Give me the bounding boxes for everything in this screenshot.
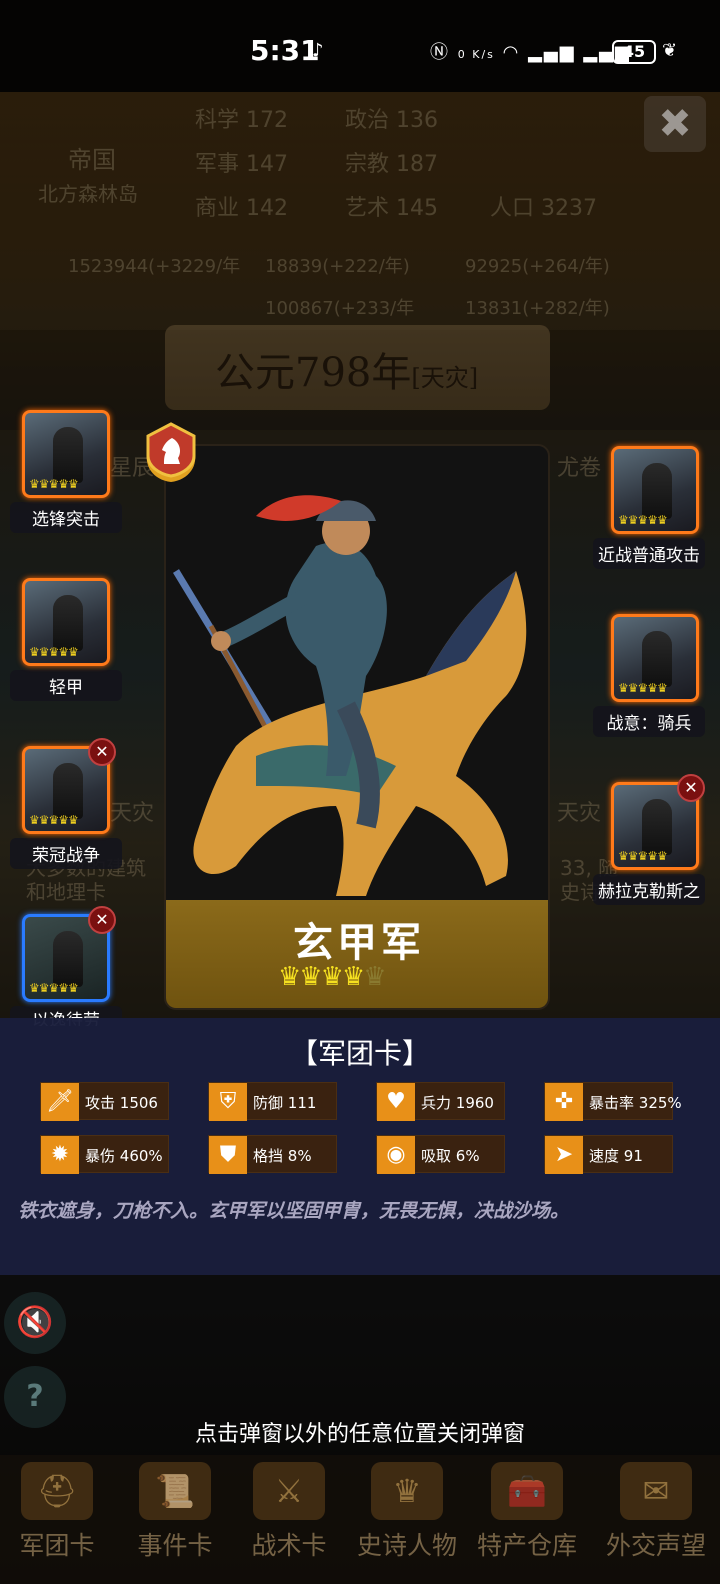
stat-block: ⛊ 格挡 8%: [208, 1135, 337, 1174]
card-name: 玄甲军: [293, 920, 425, 966]
stat-defense: ⛨ 防御 111: [208, 1082, 337, 1121]
skill-card-left-4[interactable]: ♛♛♛♛♛ ✕ 以逸待劳: [10, 906, 122, 1026]
skill-card-art: ♛♛♛♛♛: [611, 614, 699, 702]
skill-card-art: ♛♛♛♛♛: [22, 410, 110, 498]
stat-speed: ➤ 速度 91: [544, 1135, 673, 1174]
close-hint: 点击弹窗以外的任意位置关闭弹窗: [194, 1422, 525, 1447]
card-info-panel: 【军团卡】 🗡 攻击 1506 ⛨ 防御 111 ♥ 兵力 1960 ✜ 暴击率…: [0, 1018, 720, 1275]
stat-drain: ◉ 吸取 6%: [376, 1135, 505, 1174]
skill-card-right-1[interactable]: ♛♛♛♛♛ 近战普通攻击: [593, 446, 705, 569]
close-icon[interactable]: ✖: [644, 96, 706, 152]
nav-legion-cards[interactable]: ⛑ 军团卡: [2, 1462, 112, 1584]
signal-icon: ▂▄▆: [528, 42, 576, 63]
crown-icon: ♛♛♛♛♛: [618, 849, 668, 863]
burst-icon: ✹: [41, 1136, 79, 1174]
stat-crit-rate: ✜ 暴击率 325%: [544, 1082, 682, 1121]
sword-icon: 🗡: [41, 1083, 79, 1121]
nav-event-cards[interactable]: 📜 事件卡: [120, 1462, 230, 1584]
crown-icon: ♛♛♛♛♛: [29, 981, 79, 995]
helmet-icon: ⛑: [21, 1462, 93, 1520]
shield-icon: ⛨: [209, 1083, 247, 1121]
skill-card-label: 荣冠战争: [10, 838, 122, 869]
skill-card-label: 战意：骑兵: [593, 706, 705, 737]
crown-icon: ♛: [363, 962, 386, 992]
knight-badge-icon: [146, 422, 196, 482]
remove-card-icon[interactable]: ✕: [88, 738, 116, 766]
skill-card-label: 选锋突击: [10, 502, 122, 533]
skill-card-left-2[interactable]: ♛♛♛♛♛ 轻甲: [10, 578, 122, 701]
nfc-icon: Ⓝ: [430, 42, 450, 63]
nav-diplomacy[interactable]: ✉ 外交声望: [592, 1462, 720, 1584]
crit-icon: ✜: [545, 1083, 583, 1121]
card-rank-crowns: ♛♛♛♛♛: [278, 962, 387, 992]
status-time: 5:31: [250, 34, 320, 67]
nav-epic-heroes[interactable]: ♛ 史诗人物: [352, 1462, 462, 1584]
nav-specialty-warehouse[interactable]: 🧰 特产仓库: [472, 1462, 582, 1584]
card-description: 铁衣遮身，刀枪不入。玄甲军以坚固甲胄，无畏无惧，决战沙场。: [18, 1200, 570, 1222]
block-icon: ⛊: [209, 1136, 247, 1174]
wifi-icon: ◠: [502, 42, 521, 63]
crown-icon: ♛♛♛♛♛: [29, 813, 79, 827]
skill-card-art: ♛♛♛♛♛: [22, 578, 110, 666]
crown-icon: ♛♛♛♛: [278, 962, 365, 992]
scroll-icon: 📜: [139, 1462, 211, 1520]
crown-icon: ♛♛♛♛♛: [29, 477, 79, 491]
remove-card-icon[interactable]: ✕: [677, 774, 705, 802]
skill-card-right-3[interactable]: ♛♛♛♛♛ ✕ 赫拉克勒斯之: [593, 774, 705, 905]
skill-card-left-1[interactable]: ♛♛♛♛♛ 选锋突击: [10, 410, 122, 533]
battery-icon: 45: [612, 40, 656, 64]
mute-icon[interactable]: 🔇: [4, 1292, 66, 1354]
stat-attack: 🗡 攻击 1506: [40, 1082, 169, 1121]
heart-icon: ♥: [377, 1083, 415, 1121]
status-icons: Ⓝ 0 K/s ◠ ▂▄▆ ▂▄▆: [430, 38, 631, 64]
stat-troops: ♥ 兵力 1960: [376, 1082, 505, 1121]
skill-card-label: 近战普通攻击: [593, 538, 705, 569]
crown-icon: ♛♛♛♛♛: [29, 645, 79, 659]
skill-card-left-3[interactable]: ♛♛♛♛♛ ✕ 荣冠战争: [10, 738, 122, 869]
cavalry-artwork: [173, 495, 527, 896]
skill-card-label: 赫拉克勒斯之: [593, 874, 705, 905]
drain-icon: ◉: [377, 1136, 415, 1174]
skill-card-label: 轻甲: [10, 670, 122, 701]
skill-card-art: ♛♛♛♛♛: [611, 446, 699, 534]
remove-card-icon[interactable]: ✕: [88, 906, 116, 934]
crossed-swords-icon: ⚔: [253, 1462, 325, 1520]
tiktok-icon: ♪: [312, 40, 324, 61]
status-bar: 5:31 ♪ Ⓝ 0 K/s ◠ ▂▄▆ ▂▄▆ 45 ❦: [0, 0, 720, 92]
skill-card-right-2[interactable]: ♛♛♛♛♛ 战意：骑兵: [593, 614, 705, 737]
crown-icon: ♛: [371, 1462, 443, 1520]
card-type-label: 【军团卡】: [289, 1037, 430, 1070]
nav-tactic-cards[interactable]: ⚔ 战术卡: [234, 1462, 344, 1584]
boot-icon: ➤: [545, 1136, 583, 1174]
crown-icon: ♛♛♛♛♛: [618, 681, 668, 695]
envelope-icon: ✉: [620, 1462, 692, 1520]
crown-icon: ♛♛♛♛♛: [618, 513, 668, 527]
leaf-icon: ❦: [662, 40, 678, 61]
network-speed: 0 K/s: [457, 48, 495, 61]
stat-crit-damage: ✹ 暴伤 460%: [40, 1135, 169, 1174]
legion-card: 玄甲军 ♛♛♛♛♛: [164, 444, 550, 1010]
chest-icon: 🧰: [491, 1462, 563, 1520]
